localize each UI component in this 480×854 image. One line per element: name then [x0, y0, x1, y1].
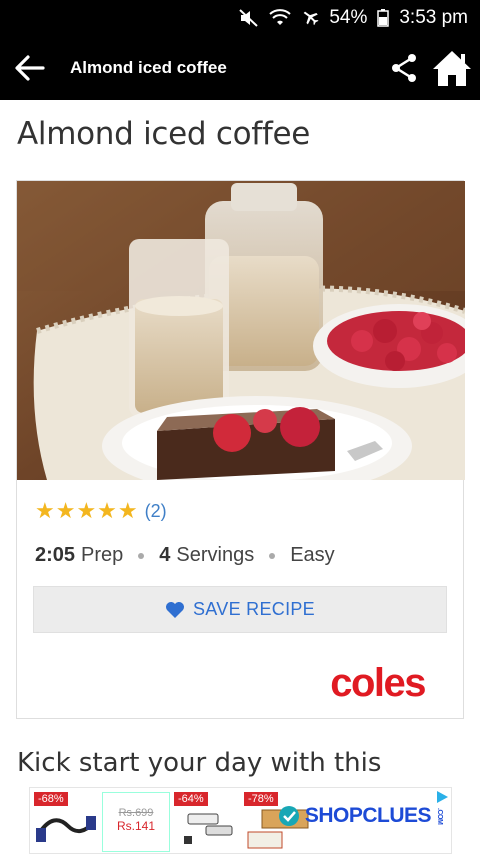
status-bar: 54% 3:53 pm — [0, 0, 480, 36]
back-button[interactable] — [0, 36, 58, 100]
battery-icon — [377, 9, 390, 27]
ad-old-price: Rs.699 — [118, 807, 154, 819]
share-icon — [392, 54, 416, 82]
mute-icon — [239, 9, 259, 27]
recipe-hero-image[interactable] — [17, 181, 465, 480]
ad-product-tile[interactable]: -64% — [174, 792, 240, 852]
page-title: Almond iced coffee — [17, 116, 311, 152]
home-icon — [433, 51, 471, 86]
ad-brand-label: SHOPCLUES — [304, 804, 432, 827]
separator-dot — [269, 552, 276, 559]
ad-banner[interactable]: -68% Rs.699 Rs.141 -64% -78% SHOPCLUES .… — [29, 787, 452, 854]
star-rating-icon: ★★★★★ — [35, 498, 139, 523]
wifi-icon — [269, 9, 291, 27]
recipe-intro: Kick start your day with this — [17, 748, 382, 778]
servings-count: 4 — [159, 544, 171, 566]
save-recipe-label: SAVE RECIPE — [192, 599, 315, 619]
recipe-card: ★★★★★ (2) 2:05 Prep 4 Servings Easy SAVE… — [16, 180, 465, 719]
airplane-icon — [301, 9, 319, 27]
prep-time: 2:05 — [35, 544, 76, 566]
check-circle-icon — [278, 806, 299, 826]
rating[interactable]: ★★★★★ (2) — [35, 498, 167, 524]
recipe-meta: 2:05 Prep 4 Servings Easy — [35, 544, 335, 567]
ad-brand-suffix: .COM — [436, 807, 443, 825]
separator-dot — [138, 552, 145, 559]
coles-logo: coles — [330, 661, 426, 705]
battery-percent: 54% — [329, 7, 368, 28]
ad-cta[interactable]: SHOPCLUES .COM — [278, 804, 443, 828]
app-bar-title: Almond iced coffee — [70, 58, 227, 77]
ad-discount-badge: -64% — [174, 792, 208, 806]
ad-product-tile[interactable]: -68% — [34, 792, 100, 852]
clock: 3:53 pm — [399, 7, 468, 28]
rating-count[interactable]: (2) — [145, 501, 167, 522]
ad-price-tile[interactable]: Rs.699 Rs.141 — [102, 792, 170, 852]
save-recipe-button[interactable]: SAVE RECIPE — [33, 586, 447, 633]
ad-discount-badge: -68% — [34, 792, 68, 806]
back-arrow-icon — [15, 55, 45, 81]
ad-new-price: Rs.141 — [116, 819, 156, 833]
ad-discount-badge: -78% — [244, 792, 278, 806]
app-bar: Almond iced coffee — [0, 36, 480, 100]
adchoices-icon[interactable] — [435, 790, 449, 804]
difficulty: Easy — [290, 544, 335, 566]
prep-label: Prep — [81, 544, 124, 566]
share-button[interactable] — [384, 36, 424, 100]
heart-icon — [165, 601, 184, 618]
home-button[interactable] — [424, 36, 480, 100]
servings-label: Servings — [176, 544, 255, 566]
